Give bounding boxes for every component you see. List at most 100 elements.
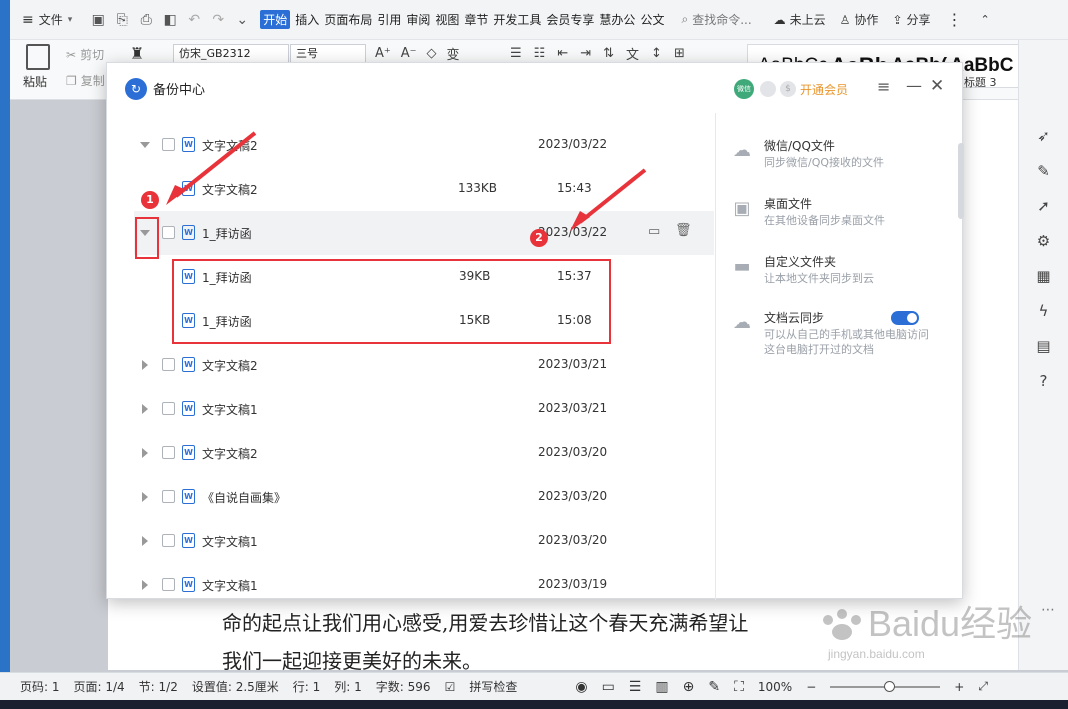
expand-arrow-icon[interactable]	[142, 580, 148, 590]
collapse-ribbon-icon[interactable]: ⌃	[981, 13, 990, 26]
tab-6[interactable]: 章节	[464, 11, 488, 28]
font-name-select[interactable]: 仿宋_GB2312	[173, 44, 289, 64]
file-row[interactable]: W 文字文稿2 2023/03/22	[134, 123, 714, 167]
file-row[interactable]: W 1_拜访函 2023/03/22 ▭ 🗑	[134, 211, 714, 255]
row-checkbox[interactable]	[162, 446, 175, 459]
share-button[interactable]: ⇪ 分享	[892, 11, 930, 28]
tab-3[interactable]: 引用	[377, 11, 401, 28]
print-preview-icon[interactable]: ◧	[162, 12, 178, 28]
tab-7[interactable]: 开发工具	[493, 11, 541, 28]
list-scrollbar[interactable]	[703, 113, 713, 600]
bullet-list-icon[interactable]: ☰	[510, 46, 522, 61]
web-view-icon[interactable]: ⊕	[683, 679, 695, 695]
more-options-icon[interactable]: ⋮	[947, 10, 963, 29]
side-scrollbar[interactable]	[958, 143, 964, 219]
row-checkbox[interactable]	[162, 226, 175, 239]
document-text[interactable]: 命的起点让我们用心感受,用爱去珍惜让这个春天充满希望让 我们一起迎接更美好的未来…	[222, 604, 748, 680]
shrink-font-icon[interactable]: A⁻	[401, 46, 417, 61]
command-search[interactable]: ⌕ 查找命令...	[681, 11, 751, 28]
trash-icon[interactable]: 🗑	[675, 223, 692, 238]
cut-button[interactable]: ✂ 剪切	[66, 46, 104, 63]
undo-icon[interactable]: ↶	[186, 12, 202, 28]
grow-font-icon[interactable]: A⁺	[375, 46, 391, 61]
save-icon[interactable]: ▣	[90, 12, 106, 28]
zoom-in-icon[interactable]: +	[954, 680, 964, 694]
folder-icon[interactable]: ▭	[648, 224, 660, 239]
lightning-icon[interactable]: ϟ	[1034, 301, 1054, 321]
pen-icon[interactable]: ✎	[1034, 161, 1054, 181]
outline-view-icon[interactable]: ☰	[629, 679, 642, 695]
tab-5[interactable]: 视图	[435, 11, 459, 28]
close-icon[interactable]: ✕	[930, 76, 944, 96]
vip-button[interactable]: 开通会员	[800, 81, 848, 98]
show-marks-icon[interactable]: ⊞	[674, 46, 685, 61]
row-checkbox[interactable]	[162, 358, 175, 371]
indent-icon[interactable]: ⇤	[557, 46, 568, 61]
redo-icon[interactable]: ↷	[210, 12, 226, 28]
book-search-icon[interactable]: ▤	[1034, 336, 1054, 356]
file-row[interactable]: W 文字文稿2 2023/03/20	[134, 431, 714, 475]
reading-view-icon[interactable]: ▥	[655, 679, 668, 695]
avatar[interactable]: 微信	[734, 79, 754, 99]
write-view-icon[interactable]: ✎	[708, 679, 720, 695]
sliders-icon[interactable]: ⚙	[1034, 231, 1054, 251]
eye-icon[interactable]: ◉	[575, 679, 587, 695]
file-row[interactable]: W 《自说自画集》 2023/03/20	[134, 475, 714, 519]
tab-10[interactable]: 公文	[640, 11, 664, 28]
tab-4[interactable]: 审阅	[406, 11, 430, 28]
minimize-icon[interactable]: —	[906, 76, 922, 95]
image-tool-icon[interactable]: ▦	[1034, 266, 1054, 286]
expand-arrow-icon[interactable]	[142, 360, 148, 370]
zoom-out-icon[interactable]: −	[806, 680, 816, 694]
export-pdf-icon[interactable]: ⎘	[114, 12, 130, 28]
more-chevron-icon[interactable]: ⌄	[234, 12, 250, 28]
tab-0[interactable]: 开始	[260, 10, 291, 29]
chinese-layout-icon[interactable]: 文	[626, 44, 639, 63]
zoom-slider-thumb[interactable]	[884, 680, 896, 692]
spell-check-button[interactable]: ☑ 拼写检查	[445, 678, 532, 695]
file-row[interactable]: W 文字文稿1 2023/03/19	[134, 563, 714, 600]
file-row[interactable]: W 文字文稿1 2023/03/20	[134, 519, 714, 563]
expand-arrow-icon[interactable]	[142, 448, 148, 458]
row-checkbox[interactable]	[162, 138, 175, 151]
tab-8[interactable]: 会员专享	[546, 11, 594, 28]
expand-arrow-icon[interactable]	[142, 404, 148, 414]
row-checkbox[interactable]	[162, 578, 175, 591]
cloud-status-button[interactable]: ☁ 未上云	[774, 11, 826, 28]
file-row[interactable]: W 文字文稿2 133KB 15:43	[134, 167, 714, 211]
file-row[interactable]: W 文字文稿1 2023/03/21	[134, 387, 714, 431]
tab-2[interactable]: 页面布局	[324, 11, 372, 28]
collapse-arrow-icon[interactable]	[140, 142, 150, 148]
copy-button[interactable]: ❐ 复制	[66, 72, 105, 89]
help-icon[interactable]: ?	[1034, 371, 1054, 391]
print-icon[interactable]: ⎙	[138, 12, 154, 28]
cloud-sync-toggle[interactable]	[891, 311, 919, 325]
cursor-icon[interactable]: ➚	[1034, 196, 1054, 216]
clear-format-icon[interactable]: ◇	[427, 46, 437, 61]
expand-arrow-icon[interactable]	[142, 536, 148, 546]
format-painter-icon[interactable]: ♜	[130, 44, 144, 63]
numbered-list-icon[interactable]: ☷	[534, 46, 546, 61]
fit-page-icon[interactable]: ⛶	[734, 679, 744, 695]
row-checkbox[interactable]	[162, 490, 175, 503]
zoom-level[interactable]: 100%	[758, 680, 792, 694]
expand-arrow-icon[interactable]	[142, 492, 148, 502]
font-size-select[interactable]: 三号	[290, 44, 366, 64]
page-view-icon[interactable]: ▭	[602, 679, 615, 695]
file-menu[interactable]: ≡ 文件 ▾	[22, 11, 72, 28]
tab-1[interactable]: 插入	[295, 11, 319, 28]
menu-icon[interactable]: ≡	[877, 77, 890, 96]
collab-button[interactable]: ♙ 协作	[840, 11, 879, 28]
more-tools-icon[interactable]: ⋯	[1041, 602, 1055, 618]
rocket-icon[interactable]: ➶	[1034, 126, 1054, 146]
fullscreen-icon[interactable]: ⤢	[978, 679, 988, 694]
file-row[interactable]: W 文字文稿2 2023/03/21	[134, 343, 714, 387]
phonetic-icon[interactable]: 变	[447, 44, 460, 63]
line-spacing-icon[interactable]: ↕	[651, 46, 662, 61]
status-words[interactable]: 字数: 596	[376, 678, 431, 695]
tab-9[interactable]: 慧办公	[599, 11, 635, 28]
paste-icon[interactable]	[26, 44, 50, 70]
paste-label[interactable]: 粘贴	[23, 73, 47, 90]
sort-icon[interactable]: ⇅	[603, 46, 614, 61]
zoom-slider[interactable]	[830, 680, 941, 692]
